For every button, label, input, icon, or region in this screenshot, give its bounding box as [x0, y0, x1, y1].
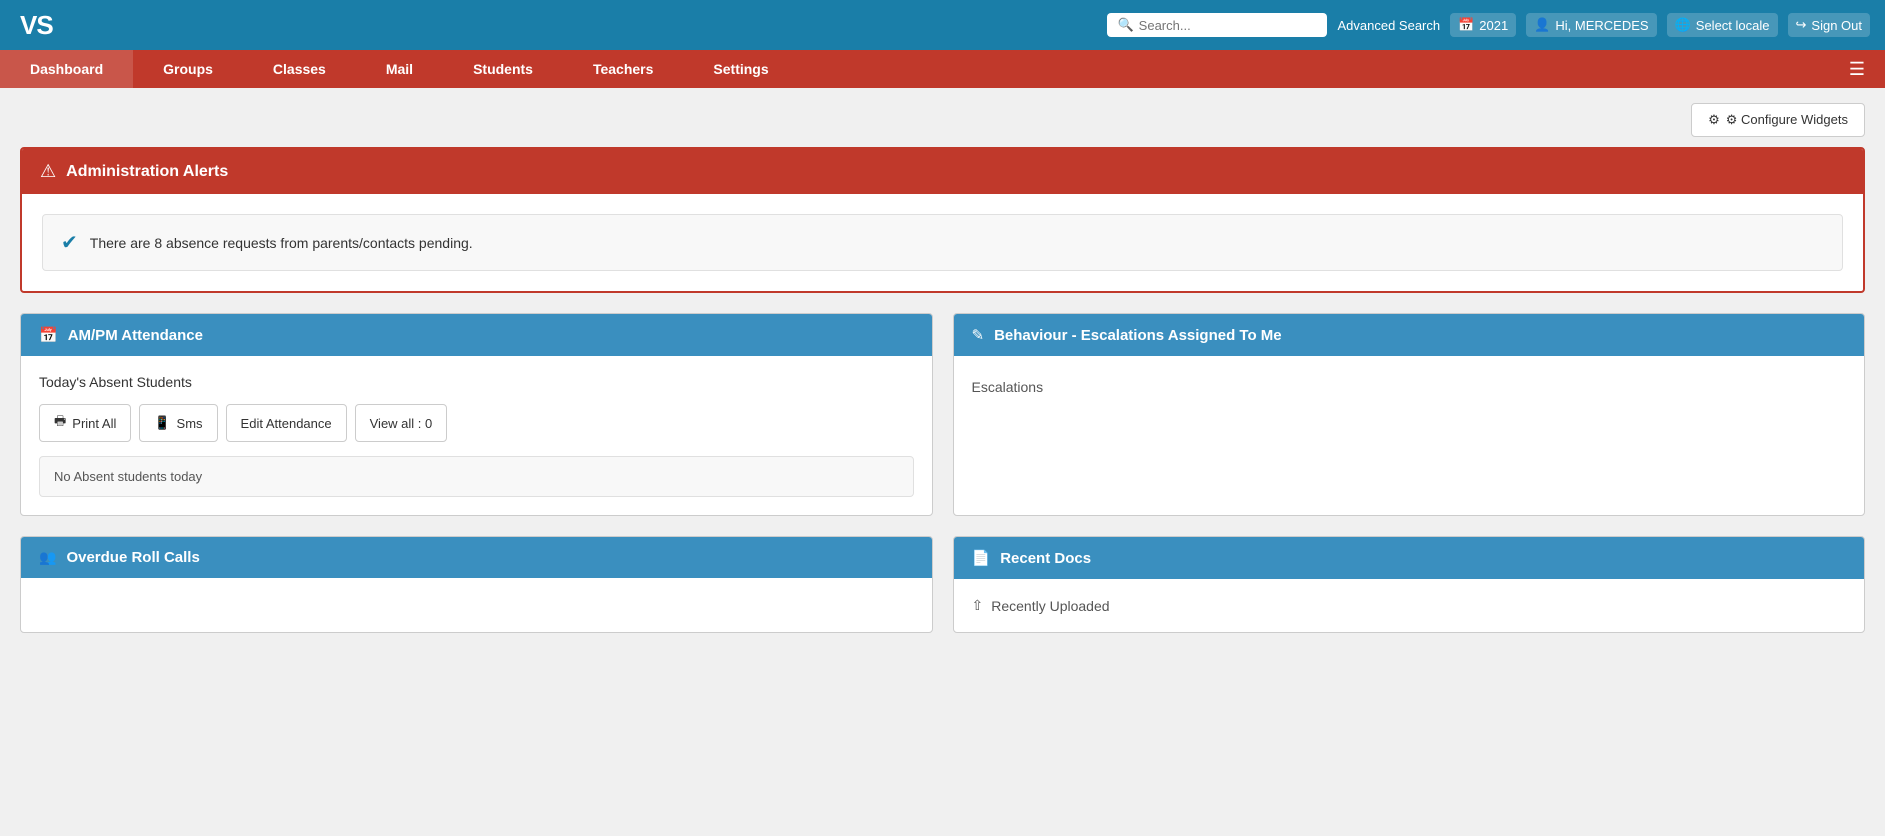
user-greeting-button[interactable]: 👤 Hi, MERCEDES	[1526, 13, 1656, 37]
check-circle-icon: ✔	[61, 230, 78, 255]
configure-widgets-button[interactable]: ⚙ ⚙ Configure Widgets	[1691, 103, 1865, 137]
edit-attendance-button[interactable]: Edit Attendance	[226, 404, 347, 442]
user-icon-box: 👤 Hi, MERCEDES	[1526, 13, 1656, 37]
calendar-widget-icon: 📅	[39, 326, 58, 344]
users-icon: 👥	[39, 549, 56, 566]
behaviour-title: Behaviour - Escalations Assigned To Me	[994, 327, 1282, 344]
recent-docs-title: Recent Docs	[1000, 550, 1091, 567]
search-icon: 🔍	[1117, 17, 1133, 33]
admin-alerts-title: Administration Alerts	[66, 163, 228, 181]
overdue-widget: 👥 Overdue Roll Calls	[20, 536, 933, 633]
top-header: VS 🔍 Advanced Search 📅 2021 👤 Hi, MERCED…	[0, 0, 1885, 50]
second-widgets-grid: 👥 Overdue Roll Calls 📄 Recent Docs ⇧ Rec…	[20, 536, 1865, 633]
header-right: 🔍 Advanced Search 📅 2021 👤 Hi, MERCEDES …	[1092, 13, 1885, 37]
admin-alerts-panel: ⚠ Administration Alerts ✔ There are 8 ab…	[20, 147, 1865, 293]
overdue-body	[21, 578, 932, 614]
upload-icon: ⇧	[972, 597, 984, 614]
sms-icon: 📱	[154, 415, 170, 431]
print-all-button[interactable]: 🖶 Print All	[39, 404, 131, 442]
today-absent-label: Today's Absent Students	[39, 374, 914, 390]
nav-item-dashboard[interactable]: Dashboard	[0, 50, 133, 88]
attendance-buttons: 🖶 Print All 📱 Sms Edit Attendance View a…	[39, 404, 914, 442]
recently-uploaded: ⇧ Recently Uploaded	[972, 597, 1847, 614]
page-content: ⚙ ⚙ Configure Widgets ⚠ Administration A…	[0, 88, 1885, 668]
view-all-button[interactable]: View all : 0	[355, 404, 448, 442]
logo: VS	[20, 10, 53, 41]
attendance-title: AM/PM Attendance	[68, 327, 203, 344]
alert-icon: ⚠	[40, 161, 56, 182]
behaviour-widget: ✎ Behaviour - Escalations Assigned To Me…	[953, 313, 1866, 516]
alert-item: ✔ There are 8 absence requests from pare…	[42, 214, 1843, 271]
behaviour-body: Escalations	[954, 356, 1865, 418]
calendar-icon: 📅	[1458, 17, 1474, 33]
recent-docs-body: ⇧ Recently Uploaded	[954, 579, 1865, 632]
advanced-search-button[interactable]: Advanced Search	[1337, 18, 1440, 33]
calendar-icon-box: 📅 2021	[1450, 13, 1516, 37]
nav-item-teachers[interactable]: Teachers	[563, 50, 683, 88]
configure-widgets-bar: ⚙ ⚙ Configure Widgets	[20, 103, 1865, 137]
alert-message: There are 8 absence requests from parent…	[90, 235, 473, 251]
select-locale-button[interactable]: 🌐 Select locale	[1667, 13, 1778, 37]
printer-icon: 🖶	[54, 412, 66, 434]
nav-item-mail[interactable]: Mail	[356, 50, 443, 88]
hamburger-icon[interactable]: ☰	[1829, 50, 1885, 88]
signout-icon-box: ↪ Sign Out	[1788, 13, 1871, 37]
gear-icon: ⚙	[1708, 112, 1720, 128]
nav-item-students[interactable]: Students	[443, 50, 563, 88]
year-button[interactable]: 📅 2021	[1450, 13, 1516, 37]
signout-icon: ↪	[1796, 17, 1807, 33]
overdue-header: 👥 Overdue Roll Calls	[21, 537, 932, 578]
behaviour-header: ✎ Behaviour - Escalations Assigned To Me	[954, 314, 1865, 356]
no-absent-message: No Absent students today	[39, 456, 914, 497]
nav-bar: Dashboard Groups Classes Mail Students T…	[0, 50, 1885, 88]
escalations-label: Escalations	[972, 374, 1847, 400]
sign-out-button[interactable]: ↪ Sign Out	[1788, 13, 1871, 37]
search-input[interactable]	[1139, 18, 1318, 33]
attendance-header: 📅 AM/PM Attendance	[21, 314, 932, 356]
search-box[interactable]: 🔍	[1107, 13, 1327, 37]
sms-button[interactable]: 📱 Sms	[139, 404, 217, 442]
overdue-title: Overdue Roll Calls	[66, 549, 199, 566]
locale-icon: 🌐	[1675, 17, 1691, 33]
document-icon: 📄	[972, 549, 991, 567]
locale-icon-box: 🌐 Select locale	[1667, 13, 1778, 37]
admin-alerts-header: ⚠ Administration Alerts	[22, 149, 1863, 194]
logo-area: VS	[0, 10, 73, 41]
admin-alerts-body: ✔ There are 8 absence requests from pare…	[22, 194, 1863, 291]
edit-icon: ✎	[972, 326, 985, 344]
recent-docs-header: 📄 Recent Docs	[954, 537, 1865, 579]
nav-item-classes[interactable]: Classes	[243, 50, 356, 88]
recent-docs-widget: 📄 Recent Docs ⇧ Recently Uploaded	[953, 536, 1866, 633]
nav-item-settings[interactable]: Settings	[683, 50, 798, 88]
user-icon: 👤	[1534, 17, 1550, 33]
attendance-widget: 📅 AM/PM Attendance Today's Absent Studen…	[20, 313, 933, 516]
nav-item-groups[interactable]: Groups	[133, 50, 243, 88]
widgets-grid: 📅 AM/PM Attendance Today's Absent Studen…	[20, 313, 1865, 516]
attendance-body: Today's Absent Students 🖶 Print All 📱 Sm…	[21, 356, 932, 515]
